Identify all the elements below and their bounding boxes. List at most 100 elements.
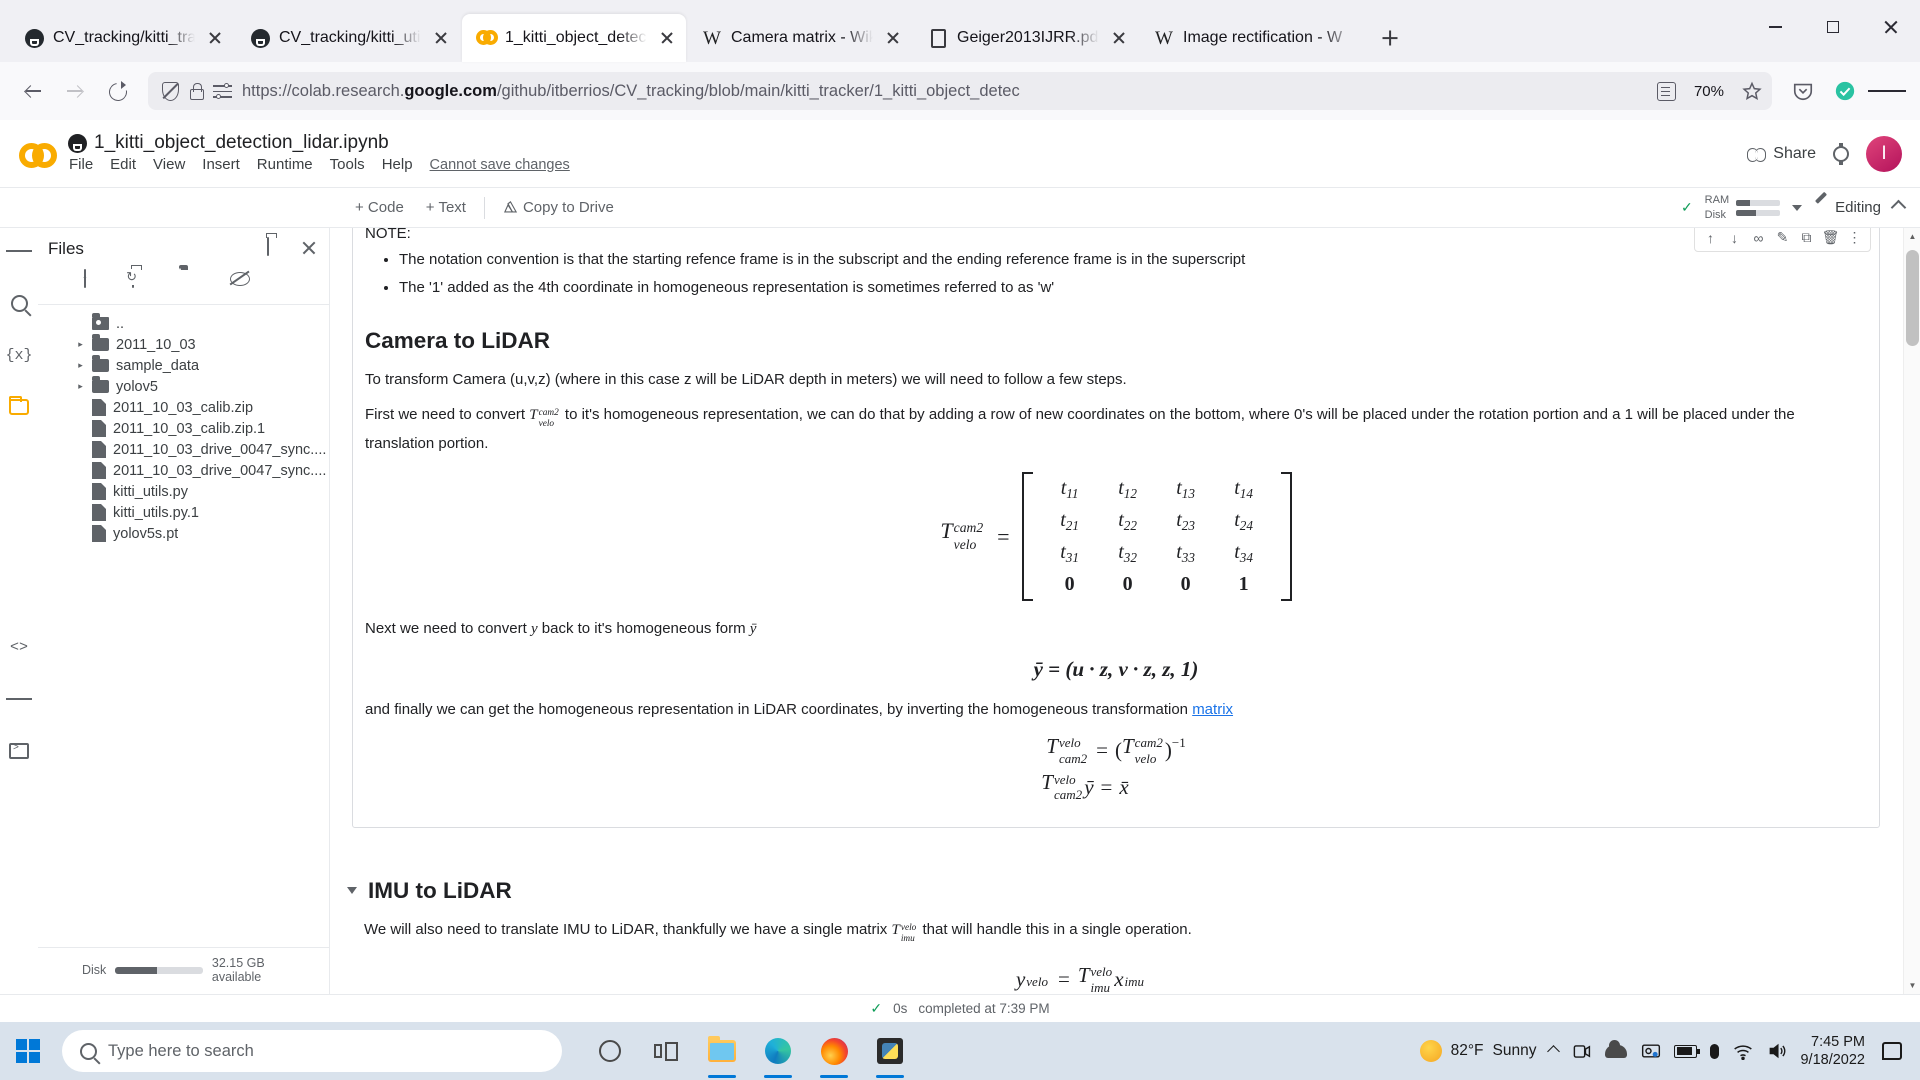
share-button[interactable]: Share [1747, 145, 1816, 163]
expand-caret-icon[interactable]: ▸ [76, 339, 85, 350]
zoom-level-badge[interactable]: 70% [1686, 81, 1732, 102]
maximize-button[interactable] [1804, 0, 1862, 54]
file-tree-row[interactable]: ▸ sample_data [38, 355, 329, 376]
wifi-icon[interactable] [1732, 1041, 1753, 1062]
permissions-icon[interactable] [213, 82, 232, 99]
pocket-icon[interactable] [1784, 72, 1822, 110]
gear-icon[interactable] [1830, 143, 1852, 165]
browser-tab-2[interactable]: 1_kitti_object_detectio [462, 14, 686, 62]
back-button[interactable] [14, 72, 52, 110]
microphone-icon[interactable] [1710, 1043, 1720, 1059]
file-tree-row[interactable]: 2011_10_03_calib.zip.1 [38, 418, 329, 439]
upload-file-icon[interactable] [84, 269, 110, 294]
chevron-up-icon[interactable] [1890, 199, 1907, 216]
file-tree-row[interactable]: .. [38, 313, 329, 334]
browser-tab-0[interactable]: CV_tracking/kitti_track [10, 14, 234, 62]
heading-imu-to-lidar-row[interactable]: IMU to LiDAR [347, 878, 1868, 904]
collapse-caret-icon[interactable] [347, 887, 357, 895]
table-of-contents-icon[interactable] [6, 238, 33, 264]
speaker-icon[interactable] [1766, 1041, 1787, 1062]
files-icon[interactable] [6, 394, 32, 420]
code-snippets-icon[interactable]: <> [6, 634, 32, 660]
command-palette-icon[interactable] [6, 686, 33, 712]
close-icon[interactable] [430, 27, 452, 49]
bookmark-star-icon[interactable] [1742, 81, 1762, 101]
file-tree-row[interactable]: 2011_10_03_calib.zip [38, 397, 329, 418]
menu-insert[interactable]: Insert [202, 156, 240, 173]
lock-icon[interactable] [189, 82, 204, 100]
file-tree-row[interactable]: 2011_10_03_drive_0047_sync.... [38, 439, 329, 460]
mount-drive-icon[interactable] [180, 270, 206, 294]
edit-cell-icon[interactable]: ✎ [1772, 228, 1793, 248]
copy-to-drive-button[interactable]: Copy to Drive [492, 195, 625, 220]
account-verified-icon[interactable] [1826, 72, 1864, 110]
task-view-icon[interactable] [640, 1022, 692, 1080]
delete-cell-icon[interactable]: 🗑 [1820, 228, 1841, 248]
refresh-folder-icon[interactable] [132, 269, 158, 294]
menu-help[interactable]: Help [382, 156, 413, 173]
close-icon[interactable] [204, 27, 226, 49]
clock[interactable]: 7:45 PM 9/18/2022 [1800, 1033, 1869, 1069]
show-hidden-icons-icon[interactable] [1547, 1044, 1561, 1058]
menu-tools[interactable]: Tools [330, 156, 365, 173]
more-options-icon[interactable]: ⋮ [1844, 228, 1865, 248]
forward-button[interactable] [56, 72, 94, 110]
menu-view[interactable]: View [153, 156, 185, 173]
teams-icon[interactable] [1571, 1041, 1592, 1062]
file-explorer-icon[interactable] [696, 1022, 748, 1080]
reload-button[interactable] [98, 72, 136, 110]
markdown-cell-camera-to-lidar[interactable]: ↑ ↓ ∞ ✎ ⧉ 🗑 ⋮ NOTE: The notation convent… [352, 228, 1880, 828]
expand-caret-icon[interactable]: ▸ [76, 381, 85, 392]
onedrive-icon[interactable] [1605, 1039, 1628, 1058]
markdown-cell-imu-to-lidar[interactable]: IMU to LiDAR We will also need to transl… [347, 828, 1880, 994]
add-text-cell-button[interactable]: + Text [415, 195, 477, 220]
open-in-new-window-icon[interactable] [267, 237, 289, 260]
scroll-down-arrow[interactable]: ▼ [1904, 977, 1920, 994]
browser-tab-1[interactable]: CV_tracking/kitti_utils. [236, 14, 460, 62]
notifications-icon[interactable] [1882, 1042, 1902, 1060]
edge-icon[interactable] [752, 1022, 804, 1080]
chevron-down-icon[interactable] [1792, 204, 1803, 211]
browser-menu-icon[interactable] [1868, 80, 1907, 102]
browser-tab-3[interactable]: W Camera matrix - Wikip [688, 14, 912, 62]
close-window-button[interactable] [1862, 0, 1920, 54]
colab-logo-icon[interactable] [16, 134, 60, 178]
search-icon[interactable] [6, 290, 32, 316]
page-scrollbar[interactable]: ▲ ▼ [1903, 228, 1920, 994]
terminal-icon[interactable] [6, 738, 32, 764]
add-code-cell-button[interactable]: + Code [344, 195, 415, 220]
graphics-settings-icon[interactable] [1640, 1041, 1661, 1062]
new-tab-button[interactable] [1372, 20, 1408, 56]
close-icon[interactable] [656, 27, 678, 49]
close-panel-icon[interactable] [299, 238, 319, 258]
tracking-protection-icon[interactable] [162, 81, 179, 101]
file-tree-row[interactable]: kitti_utils.py.1 [38, 502, 329, 523]
move-cell-down-icon[interactable]: ↓ [1724, 228, 1745, 248]
link-to-cell-icon[interactable]: ∞ [1748, 228, 1769, 248]
file-tree-row[interactable]: 2011_10_03_drive_0047_sync.... [38, 460, 329, 481]
notebook-title[interactable]: 1_kitti_object_detection_lidar.ipynb [94, 132, 389, 154]
notebook-scroll-area[interactable]: ↑ ↓ ∞ ✎ ⧉ 🗑 ⋮ NOTE: The notation convent… [330, 228, 1920, 994]
matrix-link[interactable]: matrix [1192, 701, 1233, 718]
menu-edit[interactable]: Edit [110, 156, 136, 173]
ram-disk-indicator[interactable]: RAM Disk [1705, 194, 1781, 221]
taskbar-search-box[interactable]: Type here to search [62, 1030, 562, 1072]
file-tree-row[interactable]: yolov5s.pt [38, 523, 329, 544]
file-tree-row[interactable]: kitti_utils.py [38, 481, 329, 502]
battery-icon[interactable] [1674, 1044, 1701, 1058]
browser-tab-5[interactable]: W Image rectification - W [1140, 14, 1364, 62]
scroll-up-arrow[interactable]: ▲ [1904, 228, 1920, 245]
page-scrollbar-thumb[interactable] [1906, 250, 1919, 346]
menu-runtime[interactable]: Runtime [257, 156, 313, 173]
reader-view-icon[interactable] [1656, 81, 1676, 101]
save-status[interactable]: Cannot save changes [430, 157, 570, 173]
firefox-icon[interactable] [808, 1022, 860, 1080]
move-cell-up-icon[interactable]: ↑ [1700, 228, 1721, 248]
cortana-icon[interactable] [584, 1022, 636, 1080]
copy-cell-icon[interactable]: ⧉ [1796, 228, 1817, 248]
file-tree-row[interactable]: ▸ 2011_10_03 [38, 334, 329, 355]
menu-file[interactable]: File [69, 156, 93, 173]
weather-widget[interactable]: 82°F Sunny [1419, 1040, 1536, 1062]
close-icon[interactable] [1108, 27, 1130, 49]
start-button[interactable] [0, 1022, 56, 1080]
